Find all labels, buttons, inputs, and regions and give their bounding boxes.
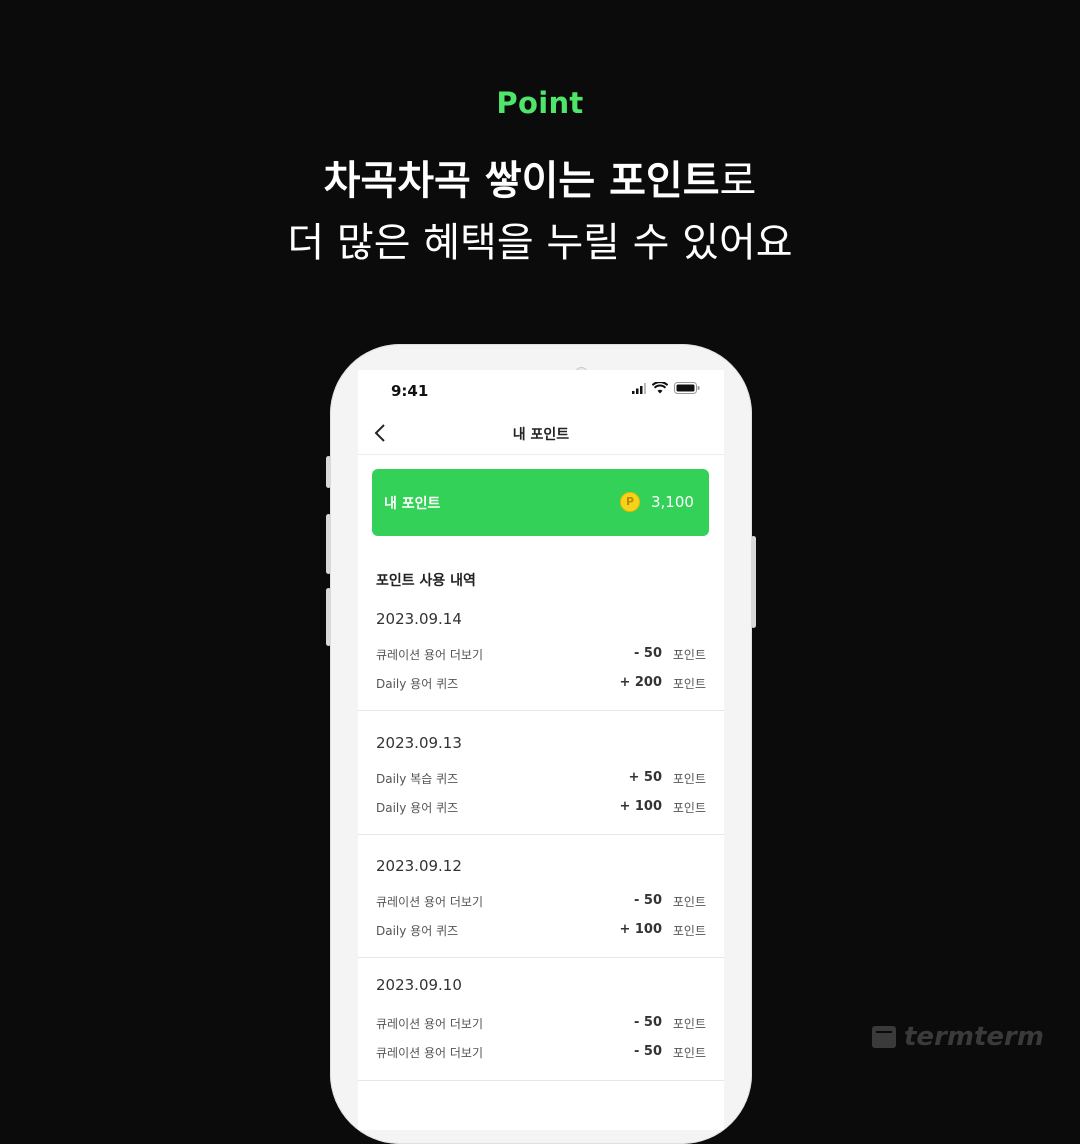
history-day: 2023.09.12 큐레이션 용어 더보기 - 50 포인트 Daily 용어… (358, 857, 724, 958)
history-row: 큐레이션 용어 더보기 - 50 포인트 (376, 1044, 706, 1064)
coin-icon: P (620, 492, 640, 512)
history-item-amount: - 50 (633, 1015, 662, 1030)
history-item-label: Daily 용어 퀴즈 (376, 924, 459, 938)
history-item-unit: 포인트 (672, 895, 706, 909)
history-item-amount: + 100 (619, 922, 662, 937)
history-item-label: 큐레이션 용어 더보기 (376, 895, 483, 909)
headline-bold: 차곡차곡 쌓이는 포인트 (323, 158, 720, 204)
history-row: Daily 용어 퀴즈 + 200 포인트 (376, 675, 706, 695)
history-item-label: Daily 복습 퀴즈 (376, 772, 459, 786)
history-item-label: Daily 용어 퀴즈 (376, 801, 459, 815)
history-item-unit: 포인트 (672, 924, 706, 938)
history-item-unit: 포인트 (672, 1017, 706, 1031)
history-date: 2023.09.12 (376, 857, 462, 875)
history-item-label: 큐레이션 용어 더보기 (376, 1017, 483, 1031)
wifi-icon (652, 382, 668, 394)
eyebrow-label: Point (496, 86, 584, 120)
page-title: 내 포인트 (512, 427, 570, 443)
history-item-amount: - 50 (633, 1044, 662, 1059)
status-icons (632, 382, 700, 394)
history-row: 큐레이션 용어 더보기 - 50 포인트 (376, 893, 706, 913)
battery-icon (674, 382, 700, 394)
points-balance: 3,100 (651, 493, 694, 511)
brand-mark-icon (872, 1026, 896, 1048)
history-item-amount: + 50 (628, 770, 662, 785)
signal-icon (632, 382, 646, 394)
history-row: 큐레이션 용어 더보기 - 50 포인트 (376, 646, 706, 666)
headline: 차곡차곡 쌓이는 포인트로 더 많은 혜택을 누릴 수 있어요 (0, 150, 1080, 274)
history-item-amount: - 50 (633, 893, 662, 908)
headline-line-1: 차곡차곡 쌓이는 포인트로 (0, 150, 1080, 212)
history-date: 2023.09.14 (376, 610, 462, 628)
history-date: 2023.09.13 (376, 734, 462, 752)
top-nav: 내 포인트 (358, 420, 724, 455)
points-card: 내 포인트 P 3,100 (372, 469, 709, 536)
history-item-unit: 포인트 (672, 1046, 706, 1060)
brand-logo: termterm (872, 1022, 1044, 1052)
headline-regular: 로 (719, 158, 757, 204)
history-item-amount: - 50 (633, 646, 662, 661)
brand-wordmark: termterm (904, 1022, 1044, 1052)
history-row: Daily 용어 퀴즈 + 100 포인트 (376, 922, 706, 942)
history-date: 2023.09.10 (376, 976, 462, 994)
phone-power-button (751, 536, 756, 628)
status-time: 9:41 (391, 382, 429, 400)
history-item-label: 큐레이션 용어 더보기 (376, 1046, 483, 1060)
history-item-unit: 포인트 (672, 772, 706, 786)
phone-side-button (326, 588, 331, 646)
history-item-unit: 포인트 (672, 648, 706, 662)
history-row: Daily 복습 퀴즈 + 50 포인트 (376, 770, 706, 790)
history-item-label: Daily 용어 퀴즈 (376, 677, 459, 691)
history-title: 포인트 사용 내역 (376, 573, 476, 589)
history-item-unit: 포인트 (672, 801, 706, 815)
history-item-label: 큐레이션 용어 더보기 (376, 648, 483, 662)
phone-side-button (326, 514, 331, 574)
history-item-amount: + 200 (619, 675, 662, 690)
history-day: 2023.09.10 큐레이션 용어 더보기 - 50 포인트 큐레이션 용어 … (358, 976, 724, 1081)
history-item-unit: 포인트 (672, 677, 706, 691)
app-screen: 9:41 내 포인트 내 포인트 P 3,100 포인트 사용 내역 2023.… (358, 370, 724, 1130)
phone-side-button (326, 456, 331, 488)
headline-line-2: 더 많은 혜택을 누릴 수 있어요 (287, 220, 793, 266)
history-day: 2023.09.13 Daily 복습 퀴즈 + 50 포인트 Daily 용어… (358, 734, 724, 835)
history-row: 큐레이션 용어 더보기 - 50 포인트 (376, 1015, 706, 1035)
history-item-amount: + 100 (619, 799, 662, 814)
points-card-label: 내 포인트 (384, 496, 441, 512)
history-row: Daily 용어 퀴즈 + 100 포인트 (376, 799, 706, 819)
phone-frame: 9:41 내 포인트 내 포인트 P 3,100 포인트 사용 내역 2023.… (326, 344, 756, 1144)
history-day: 2023.09.14 큐레이션 용어 더보기 - 50 포인트 Daily 용어… (358, 610, 724, 711)
